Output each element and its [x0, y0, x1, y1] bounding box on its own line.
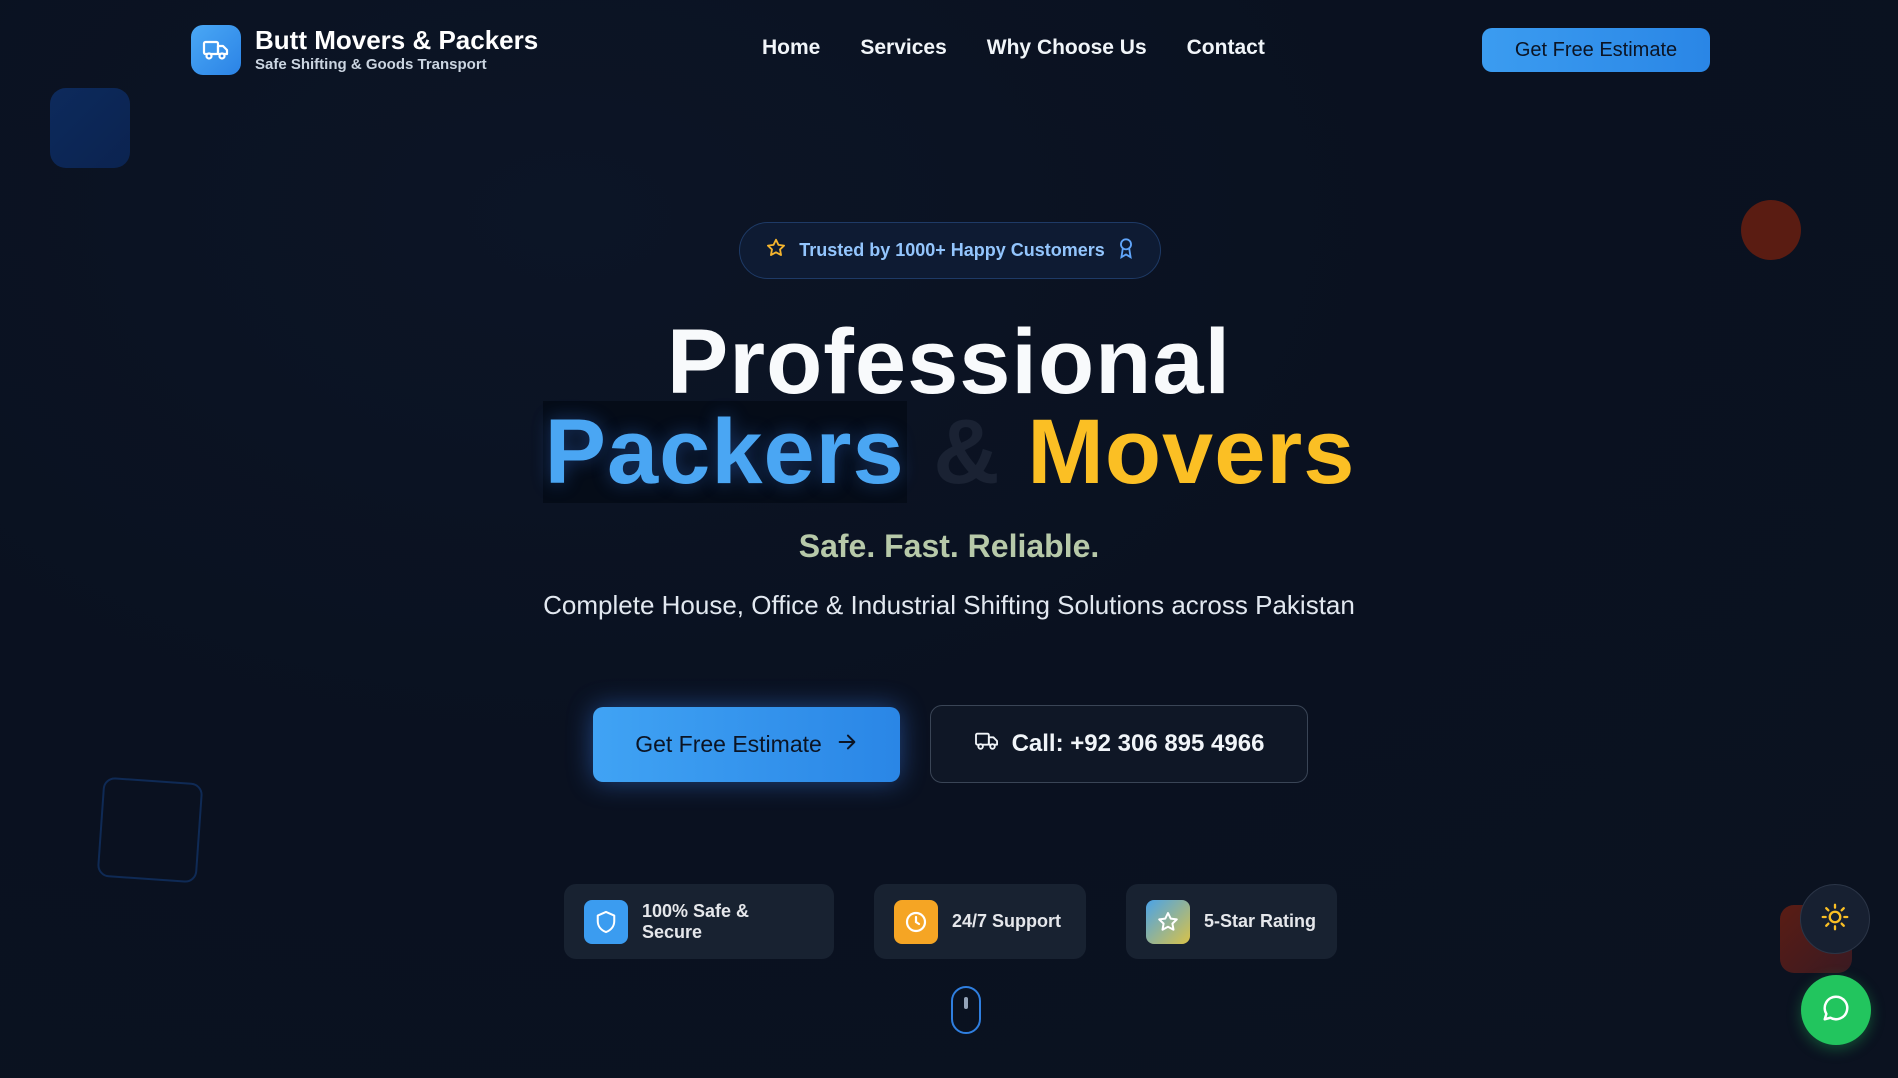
header-estimate-button[interactable]: Get Free Estimate [1482, 28, 1710, 72]
chat-bubble-icon [1821, 993, 1851, 1028]
feature-safe-secure: 100% Safe & Secure [564, 884, 834, 959]
feature-label: 5-Star Rating [1204, 911, 1317, 931]
call-button[interactable]: Call: +92 306 895 4966 [930, 705, 1308, 783]
trust-badge: Trusted by 1000+ Happy Customers [739, 222, 1161, 279]
nav-home[interactable]: Home [762, 36, 820, 60]
scroll-indicator[interactable] [951, 986, 981, 1034]
sun-icon [1821, 903, 1849, 936]
hero-title-packers: Packers [542, 401, 907, 503]
decorative-square [50, 88, 130, 168]
trust-badge-text: Trusted by 1000+ Happy Customers [799, 240, 1105, 260]
brand-name: Butt Movers & Packers [255, 25, 539, 55]
hero-title-line1: Professional [666, 311, 1232, 413]
main-nav: Home Services Why Choose Us Contact [762, 36, 1265, 60]
brand[interactable]: Butt Movers & Packers Safe Shifting & Go… [191, 25, 538, 75]
hero-title-ampersand: & [933, 401, 1001, 503]
star-icon [765, 237, 787, 264]
feature-rating: 5-Star Rating [1126, 884, 1337, 959]
nav-contact[interactable]: Contact [1187, 36, 1265, 60]
whatsapp-chat-button[interactable] [1801, 975, 1871, 1045]
hero-tagline: Safe. Fast. Reliable. [798, 528, 1100, 564]
feature-support: 24/7 Support [874, 884, 1086, 959]
site-header: Butt Movers & Packers Safe Shifting & Go… [0, 0, 1898, 100]
call-label: Call: +92 306 895 4966 [1011, 730, 1265, 757]
hero-subtitle: Complete House, Office & Industrial Shif… [543, 590, 1355, 620]
decorative-circle [1741, 200, 1801, 260]
scroll-indicator-dot [964, 997, 968, 1009]
award-icon [1117, 237, 1135, 264]
theme-toggle-button[interactable] [1800, 884, 1870, 954]
feature-label: 100% Safe & Secure [641, 900, 750, 942]
truck-icon [191, 25, 241, 75]
brand-tagline: Safe Shifting & Goods Transport [255, 56, 487, 73]
shield-icon [584, 899, 628, 944]
star-icon [1146, 899, 1190, 944]
hero-title-line2: Packers & Movers [0, 401, 1898, 503]
get-estimate-button[interactable]: Get Free Estimate [593, 707, 900, 782]
hero-title-movers: Movers [1027, 401, 1356, 503]
decorative-outline-square [96, 776, 204, 884]
arrow-right-icon [836, 731, 858, 759]
nav-services[interactable]: Services [860, 36, 946, 60]
feature-label: 24/7 Support [952, 911, 1062, 931]
get-estimate-label: Get Free Estimate [635, 731, 822, 757]
nav-why-choose-us[interactable]: Why Choose Us [987, 36, 1147, 60]
clock-icon [894, 899, 938, 944]
truck-icon [974, 730, 1000, 759]
